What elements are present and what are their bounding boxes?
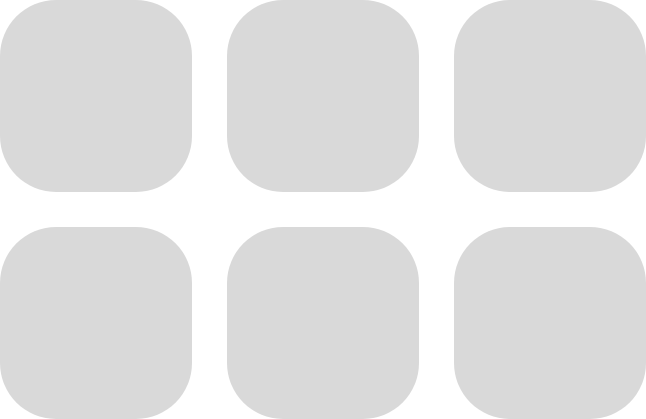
placeholder-tile[interactable]	[454, 0, 646, 192]
placeholder-tile[interactable]	[0, 227, 192, 419]
placeholder-tile[interactable]	[227, 0, 419, 192]
tile-grid	[0, 0, 646, 419]
placeholder-tile[interactable]	[0, 0, 192, 192]
placeholder-tile[interactable]	[227, 227, 419, 419]
placeholder-tile[interactable]	[454, 227, 646, 419]
